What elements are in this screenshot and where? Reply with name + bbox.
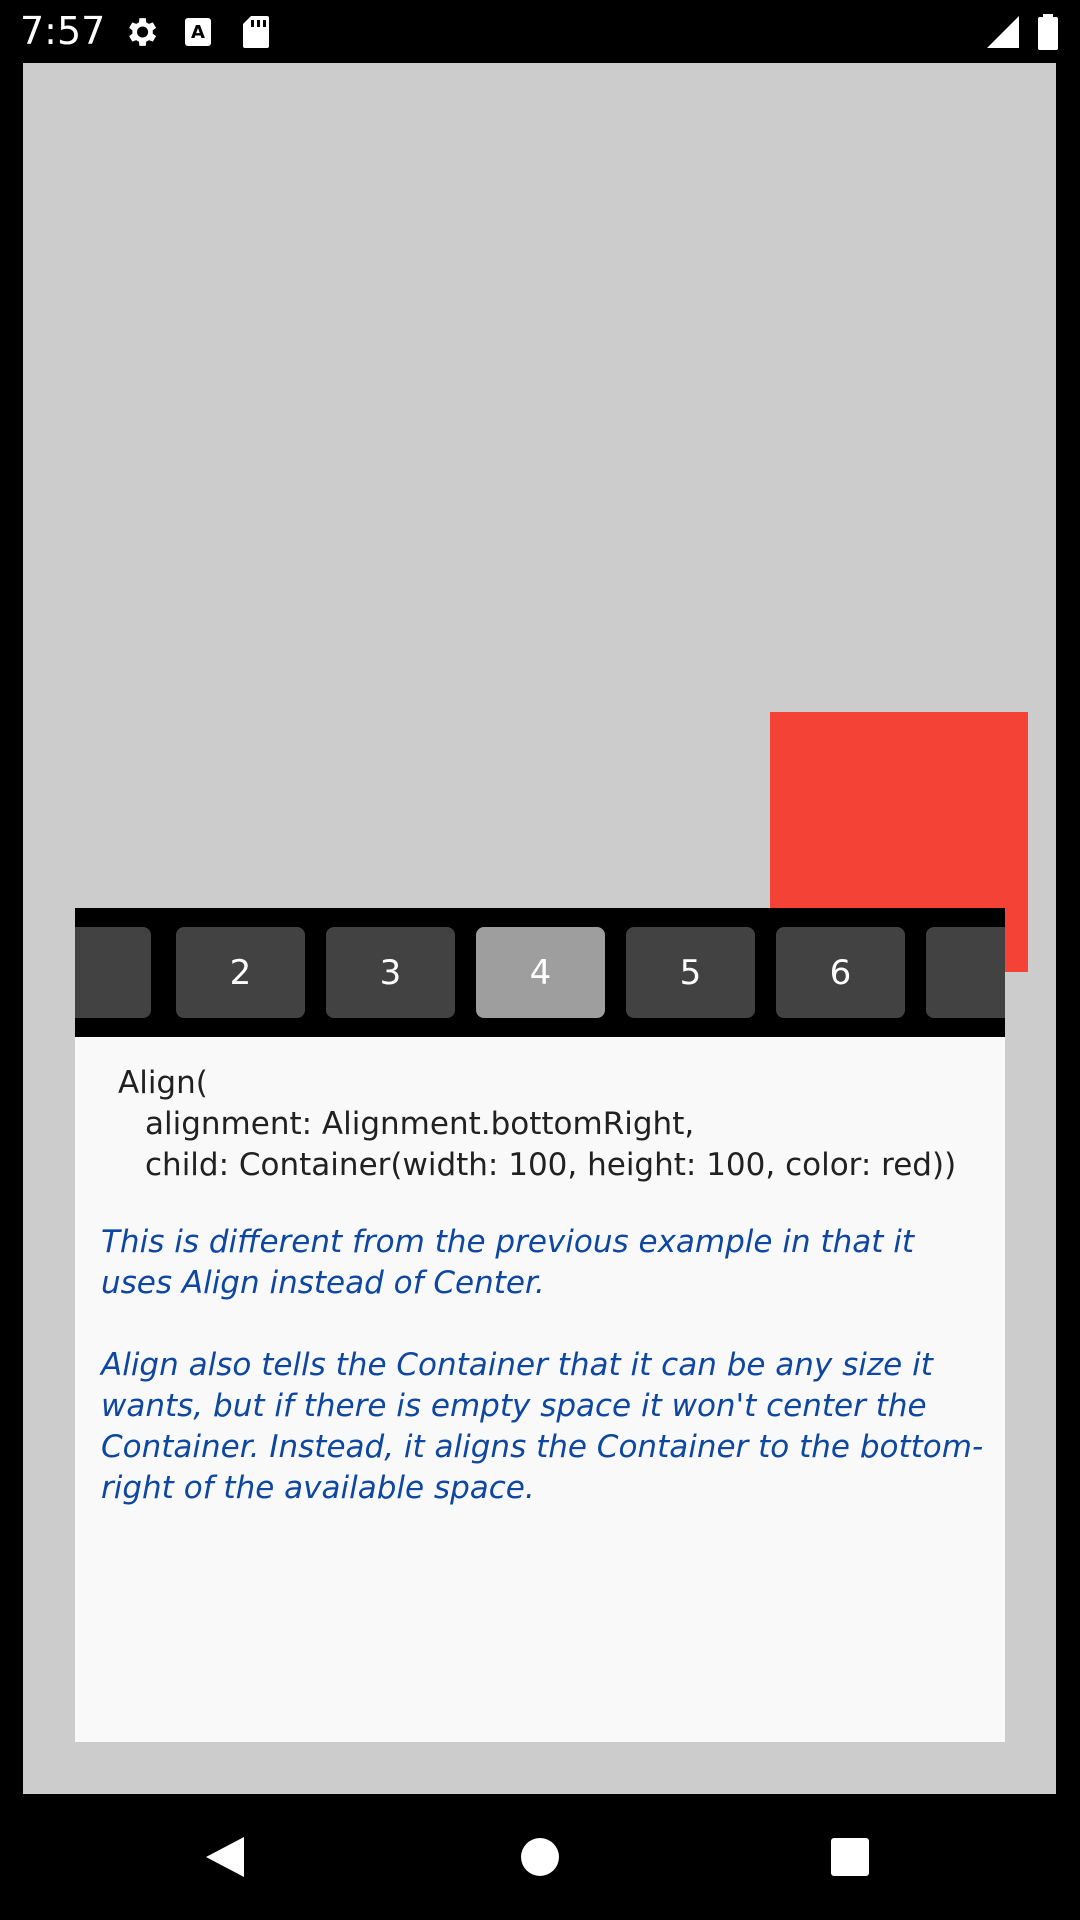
tab-3[interactable]: 3 [326, 927, 455, 1018]
tab-7[interactable]: 7 [926, 927, 1005, 1018]
explanation-panel: Align( alignment: Alignment.bottomRight,… [75, 1037, 1005, 1742]
tab-5[interactable]: 5 [626, 927, 755, 1018]
status-time: 7:57 [20, 9, 106, 53]
keyboard-a-icon: A [183, 12, 213, 52]
status-bar: 7:57 A [0, 0, 1080, 63]
description-paragraph-1: This is different from the previous exam… [101, 1224, 915, 1301]
code-line-2: alignment: Alignment.bottomRight, [145, 1106, 695, 1142]
code-line-1: Align( [118, 1065, 208, 1101]
code-snippet: Align( alignment: Alignment.bottomRight,… [118, 1063, 956, 1186]
sd-card-icon [241, 12, 271, 52]
tab-2[interactable]: 2 [176, 927, 305, 1018]
battery-icon [1036, 12, 1060, 52]
signal-icon [985, 12, 1021, 52]
recents-icon[interactable] [820, 1827, 880, 1887]
svg-text:A: A [191, 22, 205, 43]
code-line-3: child: Container(width: 100, height: 100… [145, 1147, 957, 1183]
home-icon[interactable] [510, 1827, 570, 1887]
gear-icon [122, 12, 160, 52]
example-tabs: 1 2 3 4 5 6 7 [75, 908, 1005, 1037]
description: This is different from the previous exam… [101, 1222, 986, 1550]
tab-1[interactable]: 1 [75, 927, 151, 1018]
tab-4[interactable]: 4 [476, 927, 605, 1018]
tab-6[interactable]: 6 [776, 927, 905, 1018]
navigation-bar [0, 1794, 1080, 1920]
description-paragraph-2: Align also tells the Container that it c… [101, 1347, 984, 1506]
back-icon[interactable] [195, 1827, 255, 1887]
